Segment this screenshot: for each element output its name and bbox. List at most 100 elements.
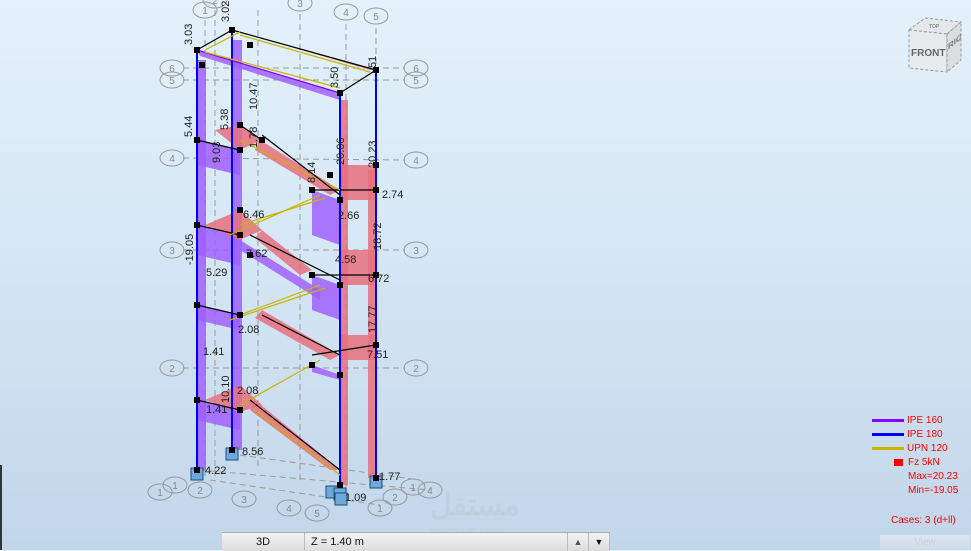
force-diagram bbox=[340, 165, 376, 200]
node bbox=[194, 467, 200, 473]
grid-bubble-label: 3 bbox=[241, 495, 247, 506]
force-icon bbox=[894, 458, 903, 466]
node bbox=[237, 122, 243, 128]
value-label: 5.29 bbox=[206, 267, 227, 279]
grid-bubble: 3 bbox=[403, 241, 429, 259]
node bbox=[194, 397, 200, 403]
grid-bubble: 1 bbox=[367, 499, 393, 517]
grid-bubble-label: 2 bbox=[392, 493, 398, 504]
view-button[interactable]: View bbox=[880, 535, 970, 550]
value-label: 4.58 bbox=[335, 254, 356, 266]
value-label: 8.14 bbox=[306, 162, 318, 183]
grid-bubble: 2 bbox=[403, 359, 429, 377]
grid-bubble-label: 5 bbox=[373, 12, 379, 23]
member bbox=[261, 134, 341, 196]
grid-bubble-label: 2 bbox=[169, 364, 175, 375]
node bbox=[309, 272, 315, 278]
node bbox=[373, 187, 379, 193]
member bbox=[196, 49, 341, 94]
window-edge bbox=[0, 465, 2, 550]
cube-top-label: TOP bbox=[929, 24, 940, 30]
grid-bubble: 3 bbox=[287, 0, 313, 12]
level-field[interactable]: Z = 1.40 m bbox=[305, 533, 568, 551]
grid-bubble: 2 bbox=[159, 359, 185, 377]
node bbox=[194, 302, 200, 308]
node bbox=[337, 482, 343, 488]
value-label: 1.41 bbox=[206, 404, 227, 416]
level-up-button[interactable]: ▲ bbox=[568, 533, 589, 551]
value-label: -19.05 bbox=[184, 234, 196, 265]
value-label: 2.66 bbox=[338, 210, 359, 222]
value-label: 6.46 bbox=[243, 209, 264, 221]
value-label: 6.72 bbox=[368, 273, 389, 285]
grid-bubble: 1 bbox=[400, 478, 426, 496]
grid-bubble-label: 2 bbox=[197, 486, 203, 497]
grid-bubble: 3 bbox=[231, 490, 257, 508]
value-label: 1.41 bbox=[203, 346, 224, 358]
grid-bubble-label: 4 bbox=[343, 8, 349, 19]
member bbox=[249, 399, 341, 471]
legend: IPE 160 IPE 180 UPN 120 Fz 5kN Max=20.23… bbox=[872, 413, 968, 497]
value-label: 2.08 bbox=[238, 324, 259, 336]
structure-3d-view[interactable]: 12 34 5654326543211 234 5 121 4 3.033.02513.50… bbox=[0, 0, 971, 550]
value-label: 20.06 bbox=[335, 137, 347, 165]
member bbox=[239, 284, 321, 316]
grid-bubble-label: 4 bbox=[286, 504, 292, 515]
legend-max: Max=20.23 bbox=[908, 470, 958, 482]
force-diagram bbox=[312, 365, 340, 380]
grid-bubble: 4 bbox=[276, 499, 302, 517]
node bbox=[194, 222, 200, 228]
grid-bubble: 3 bbox=[159, 241, 185, 259]
grid-bubble-label: 1 bbox=[157, 488, 163, 499]
node bbox=[237, 407, 243, 413]
value-label: 20.23 bbox=[367, 140, 379, 168]
value-label: 1.09 bbox=[345, 492, 366, 504]
value-label: 1.77 bbox=[379, 471, 400, 483]
node bbox=[229, 27, 235, 33]
arrow-up-icon: ▲ bbox=[573, 537, 583, 547]
value-label: 5.38 bbox=[219, 109, 231, 130]
value-label: 2.08 bbox=[237, 385, 258, 397]
value-label: 17.77 bbox=[367, 305, 379, 333]
member bbox=[339, 69, 377, 94]
legend-item-ipe160: IPE 160 bbox=[872, 413, 968, 427]
node bbox=[194, 47, 200, 53]
grid-bubble-label: 1 bbox=[202, 6, 208, 17]
node bbox=[309, 362, 315, 368]
value-label: 2.74 bbox=[382, 189, 403, 201]
grid-bubble: 4 bbox=[403, 151, 429, 169]
view-mode-button[interactable]: 3D bbox=[222, 533, 305, 551]
value-label: 4.22 bbox=[205, 465, 226, 477]
grid-bubble-label: 6 bbox=[169, 64, 175, 75]
value-label: 51 bbox=[367, 56, 379, 68]
node bbox=[199, 62, 205, 68]
grid-bubble-label: 5 bbox=[314, 509, 320, 520]
value-label: 8.56 bbox=[242, 446, 263, 458]
node bbox=[247, 42, 253, 48]
node bbox=[337, 372, 343, 378]
grid-bubble-label: 4 bbox=[169, 154, 175, 165]
view-cube[interactable]: FRONT RIGHT TOP bbox=[905, 16, 963, 74]
grid-bubble-label: 5 bbox=[413, 76, 419, 87]
grid-bubble: 4 bbox=[159, 149, 185, 167]
watermark-logo: مستقل bbox=[430, 489, 520, 522]
view-status-bar: 3D Z = 1.40 m ▲ ▼ bbox=[222, 532, 610, 551]
cases-label: Cases: 3 (d+ll) bbox=[891, 515, 956, 526]
member bbox=[229, 287, 326, 321]
grid-bubble-label: 1 bbox=[410, 483, 416, 494]
value-label: 3.50 bbox=[329, 67, 341, 88]
node bbox=[237, 232, 243, 238]
legend-force: Fz 5kN bbox=[872, 455, 968, 469]
node bbox=[337, 197, 343, 203]
node bbox=[309, 187, 315, 193]
grid-bubble-label: 1 bbox=[377, 504, 383, 515]
member bbox=[231, 29, 377, 71]
level-down-button[interactable]: ▼ bbox=[589, 533, 610, 551]
value-label: 7.51 bbox=[367, 349, 388, 361]
value-label: 18.72 bbox=[372, 222, 384, 250]
grid-bubble-label: 2 bbox=[212, 0, 218, 7]
legend-label: UPN 120 bbox=[907, 442, 948, 454]
value-label: 3.03 bbox=[183, 24, 195, 45]
grid-bubble: 4 bbox=[333, 3, 359, 21]
cube-front-label: FRONT bbox=[911, 48, 945, 59]
